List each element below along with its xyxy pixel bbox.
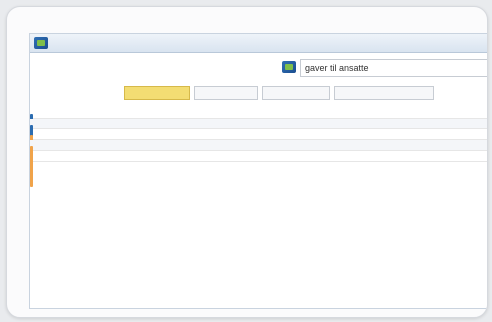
list-item[interactable]	[30, 119, 487, 155]
tab-words[interactable]	[262, 86, 330, 100]
window-titlebar	[30, 34, 487, 53]
screenshot-card: gaver til ansatte	[6, 6, 488, 318]
filter-tabs	[124, 86, 434, 100]
tab-all[interactable]	[124, 86, 190, 100]
app-logo-icon	[34, 37, 48, 49]
app-window: gaver til ansatte	[29, 33, 487, 309]
list-item[interactable]	[30, 140, 487, 176]
results-list	[30, 108, 487, 187]
result-marker	[30, 157, 33, 187]
tab-topics[interactable]	[194, 86, 258, 100]
search-input[interactable]: gaver til ansatte	[300, 59, 487, 77]
list-item[interactable]	[30, 108, 487, 144]
tab-accounts-codes[interactable]	[334, 86, 434, 100]
list-item[interactable]	[30, 151, 487, 187]
search-logo-icon	[282, 61, 296, 73]
search-row: gaver til ansatte	[30, 53, 487, 83]
list-item[interactable]	[30, 129, 487, 165]
